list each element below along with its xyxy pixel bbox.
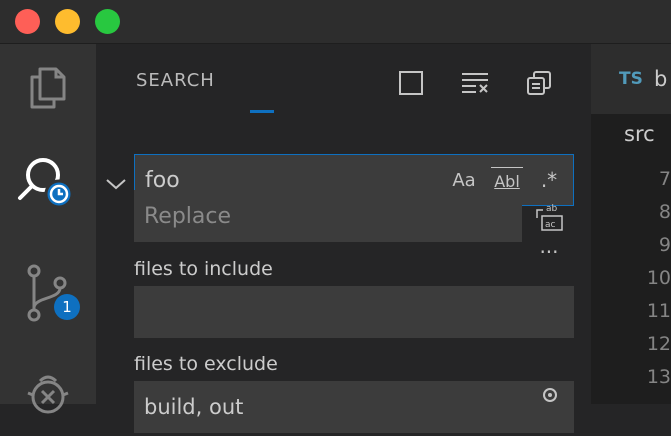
search-history-icon [18,158,74,209]
clear-results-button[interactable] [458,66,492,100]
minimize-window-button[interactable] [55,9,80,34]
title-bar [0,0,671,44]
exclude-input[interactable] [134,381,574,433]
clear-all-icon [462,73,488,93]
svg-text:ac: ac [545,220,556,230]
open-new-editor-button[interactable] [522,66,556,100]
line-number: 13 [646,366,671,388]
search-sidebar: SEARCH Aa Abl .* [96,44,591,433]
files-to-include-label: files to include [134,258,273,280]
replace-all-button[interactable]: ab ac [534,202,564,232]
activity-search[interactable] [0,140,96,226]
replace-box [134,190,522,242]
close-window-button[interactable] [15,9,40,34]
collapse-all-button[interactable] [394,66,428,100]
files-to-exclude-label: files to exclude [134,353,278,375]
editor-area: TS b src 7 8 9 10 11 12 13 [591,44,671,404]
include-input[interactable] [134,286,574,338]
include-box [134,286,574,338]
line-number: 10 [646,267,671,289]
activity-bar: 1 [0,44,96,414]
breadcrumb-src[interactable]: src [624,122,655,146]
regex-icon: .* [540,168,558,192]
replace-all-icon: ab ac [536,204,563,231]
activity-explorer[interactable] [0,44,96,130]
line-number: 11 [646,300,671,322]
replace-input[interactable] [134,190,522,242]
line-number: 9 [658,234,671,256]
toggle-replace-button[interactable] [104,172,128,196]
debug-icon [27,375,69,414]
typescript-file-icon: TS [619,69,643,89]
line-number: 12 [646,333,671,355]
toggle-search-details-button[interactable]: ··· [534,242,564,262]
line-number: 7 [658,168,671,190]
collapse-icon [399,71,423,95]
line-number: 8 [658,201,671,223]
maximize-window-button[interactable] [95,9,120,34]
files-icon [30,67,66,109]
editor-tab-label[interactable]: b [654,67,667,91]
gear-icon [543,388,557,402]
regex-toggle[interactable]: .* [535,167,563,193]
sidebar-title: SEARCH [136,70,215,91]
active-view-indicator [250,110,274,113]
editor-tab-bar: TS b [591,44,671,114]
svg-text:ab: ab [546,204,558,214]
activity-debug[interactable] [0,350,96,436]
use-exclude-settings-toggle[interactable] [538,383,562,411]
activity-source-control[interactable]: 1 [0,250,96,336]
source-control-badge: 1 [54,294,80,320]
breadcrumb: src [591,114,671,159]
chevron-down-icon [106,179,126,190]
new-editor-icon [527,71,551,95]
exclude-box [134,381,574,433]
